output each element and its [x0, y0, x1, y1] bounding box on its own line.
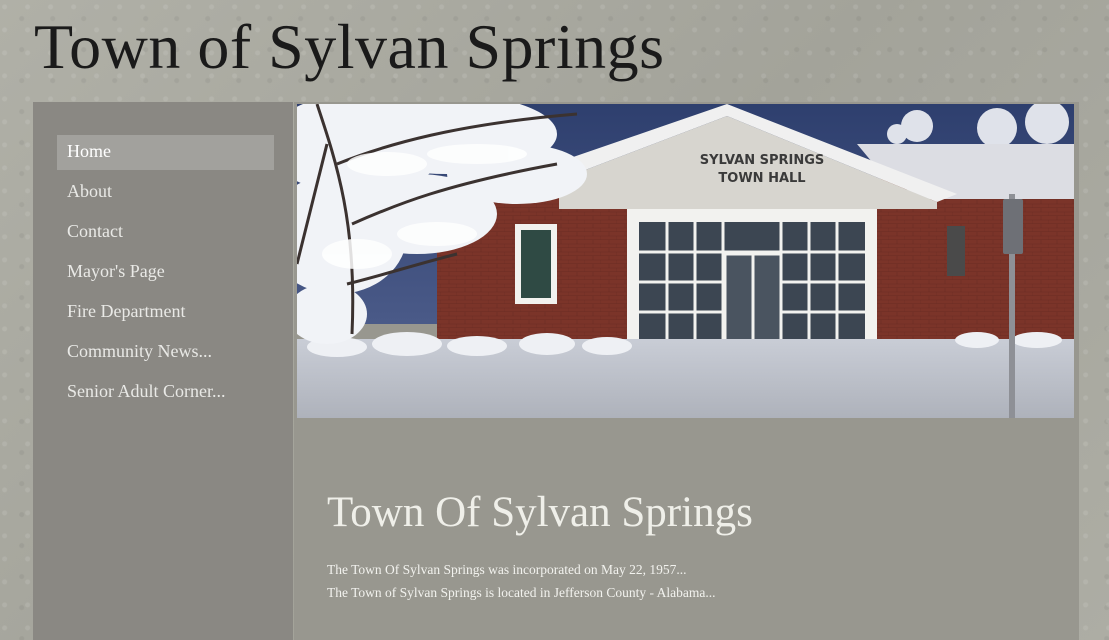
intro-paragraph: The Town of Sylvan Springs is located in… [327, 585, 716, 600]
nav-item-contact[interactable]: Contact [57, 215, 274, 250]
nav-item-about[interactable]: About [57, 175, 274, 210]
sidebar: Home About Contact Mayor's Page Fire Dep… [33, 102, 293, 640]
nav-item-senior-adult-corner[interactable]: Senior Adult Corner... [57, 375, 274, 410]
sign-line-2: TOWN HALL [718, 171, 805, 186]
hero-image: SYLVAN SPRINGS TOWN HALL [297, 104, 1074, 418]
town-hall-photo: SYLVAN SPRINGS TOWN HALL [297, 104, 1074, 418]
sidebar-nav: Home About Contact Mayor's Page Fire Dep… [57, 135, 274, 415]
main-content: SYLVAN SPRINGS TOWN HALL Town Of Sylvan … [294, 102, 1079, 640]
page-heading: Town Of Sylvan Springs [327, 489, 753, 536]
sign-line-1: SYLVAN SPRINGS [700, 153, 825, 168]
nav-item-home[interactable]: Home [57, 135, 274, 170]
intro-paragraph: The Town Of Sylvan Springs was incorpora… [327, 562, 687, 577]
nav-item-fire-department[interactable]: Fire Department [57, 295, 274, 330]
site-title: Town of Sylvan Springs [34, 11, 665, 82]
intro-text: The Town Of Sylvan Springs was incorpora… [327, 558, 716, 604]
nav-item-community-news[interactable]: Community News... [57, 335, 274, 370]
nav-item-mayors-page[interactable]: Mayor's Page [57, 255, 274, 290]
